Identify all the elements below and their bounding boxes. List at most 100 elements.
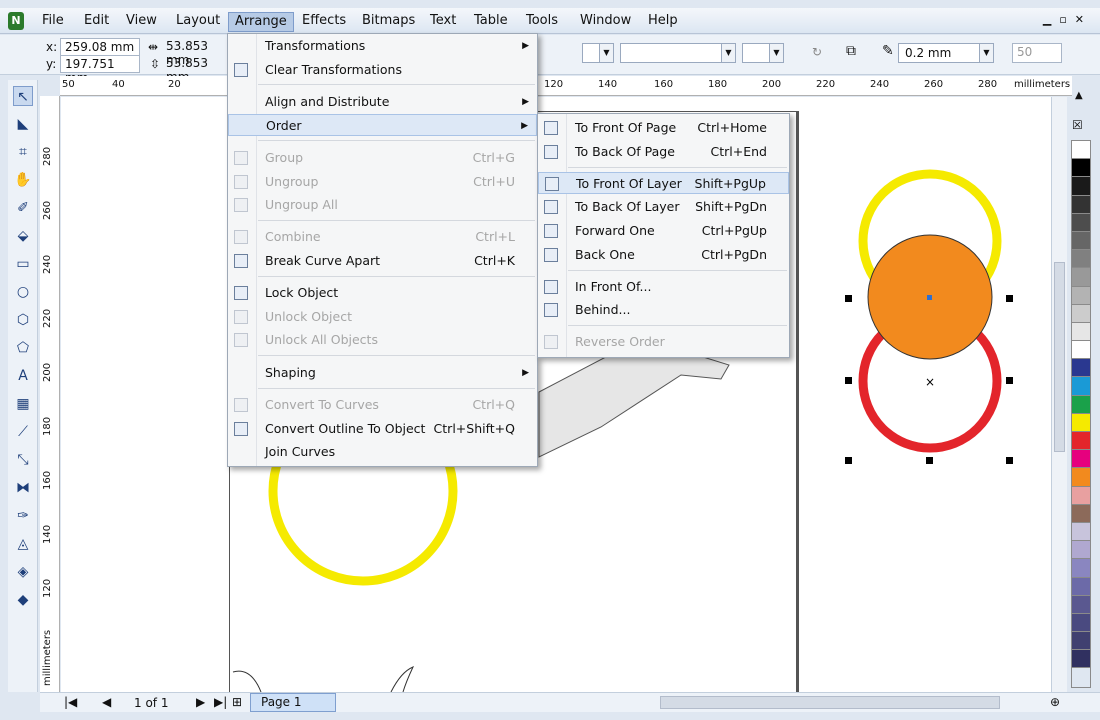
line-end-dropdown[interactable]: ▼ xyxy=(742,43,784,63)
wrap-icon[interactable]: ↻ xyxy=(812,45,822,59)
zoom-icon[interactable]: ⊕ xyxy=(1050,695,1060,709)
curve-shape[interactable] xyxy=(390,666,414,692)
freehand-tool-icon[interactable]: ✐ xyxy=(13,198,33,218)
spin-field[interactable]: 50 xyxy=(1012,43,1062,63)
menu-file[interactable]: File xyxy=(36,12,70,32)
menu-item-to-front-of-layer[interactable]: To Front Of Layer Shift+PgUp xyxy=(538,172,789,194)
menu-item-to-back-of-layer[interactable]: To Back Of Layer Shift+PgDn xyxy=(538,196,789,218)
menu-item-in-front-of[interactable]: In Front Of... xyxy=(538,276,789,298)
menu-tools[interactable]: Tools xyxy=(520,12,564,32)
color-swatch[interactable] xyxy=(1072,213,1090,232)
menu-text[interactable]: Text xyxy=(424,12,462,32)
node-icon[interactable] xyxy=(927,295,932,300)
color-swatch[interactable] xyxy=(1072,141,1090,160)
blend-tool-icon[interactable]: ⧓ xyxy=(13,478,33,498)
menu-item-ungroup[interactable]: Ungroup Ctrl+U xyxy=(228,171,537,193)
outline-pen-icon[interactable]: ✎ xyxy=(882,43,894,59)
menu-item-transformations[interactable]: Transformations ▶ xyxy=(228,35,537,57)
menu-item-ungroup-all[interactable]: Ungroup All xyxy=(228,194,537,216)
color-swatch[interactable] xyxy=(1072,359,1090,378)
table-tool-icon[interactable]: ▦ xyxy=(13,394,33,414)
menu-item-clear-transformations[interactable]: Clear Transformations xyxy=(228,59,537,81)
color-swatch[interactable] xyxy=(1072,577,1090,596)
menu-item-back-one[interactable]: Back One Ctrl+PgDn xyxy=(538,244,789,266)
color-swatch[interactable] xyxy=(1072,468,1090,487)
outline-tool-icon[interactable]: ◬ xyxy=(13,534,33,554)
color-swatch[interactable] xyxy=(1072,377,1090,396)
connector-tool-icon[interactable]: ⤡ xyxy=(13,450,33,470)
menu-window[interactable]: Window xyxy=(574,12,637,32)
menu-item-convert-outline[interactable]: Convert Outline To Object Ctrl+Shift+Q xyxy=(228,418,537,440)
color-swatch[interactable] xyxy=(1072,304,1090,323)
horizontal-scrollbar[interactable] xyxy=(660,696,1000,709)
basic-shapes-icon[interactable]: ⬠ xyxy=(13,338,33,358)
menu-item-shaping[interactable]: Shaping ▶ xyxy=(228,362,537,384)
curve-shape[interactable] xyxy=(232,670,262,692)
eyedropper-tool-icon[interactable]: ✑ xyxy=(13,506,33,526)
menu-effects[interactable]: Effects xyxy=(296,12,352,32)
color-swatch[interactable] xyxy=(1072,650,1090,669)
color-swatch[interactable] xyxy=(1072,268,1090,287)
pick-tool-icon[interactable]: ↖ xyxy=(13,86,33,106)
window-controls[interactable]: ▁▫✕ xyxy=(1043,13,1092,26)
menu-item-behind[interactable]: Behind... xyxy=(538,299,789,321)
menu-item-to-front-of-page[interactable]: To Front Of Page Ctrl+Home xyxy=(538,117,789,139)
scroll-thumb[interactable] xyxy=(1054,262,1065,452)
color-swatch[interactable] xyxy=(1072,395,1090,414)
page-tab[interactable]: Page 1 xyxy=(250,693,336,712)
menu-item-to-back-of-page[interactable]: To Back Of Page Ctrl+End xyxy=(538,141,789,163)
fill-tool-icon[interactable]: ◈ xyxy=(13,562,33,582)
menu-item-align-distribute[interactable]: Align and Distribute ▶ xyxy=(228,91,537,113)
menu-item-convert-to-curves[interactable]: Convert To Curves Ctrl+Q xyxy=(228,394,537,416)
color-swatch[interactable] xyxy=(1072,250,1090,269)
grey-shape[interactable] xyxy=(538,346,730,458)
y-field[interactable]: 197.751 mm xyxy=(60,55,140,85)
menu-help[interactable]: Help xyxy=(642,12,684,32)
menu-arrange[interactable]: Arrange xyxy=(228,12,294,32)
no-color-icon[interactable]: ☒ xyxy=(1072,118,1083,132)
text-tool-icon[interactable]: A xyxy=(13,366,33,386)
color-swatch[interactable] xyxy=(1072,504,1090,523)
menu-layout[interactable]: Layout xyxy=(170,12,226,32)
menu-item-forward-one[interactable]: Forward One Ctrl+PgUp xyxy=(538,220,789,242)
color-swatch[interactable] xyxy=(1072,432,1090,451)
menu-item-break-curve-apart[interactable]: Break Curve Apart Ctrl+K xyxy=(228,250,537,272)
menu-view[interactable]: View xyxy=(120,12,163,32)
vertical-scrollbar[interactable] xyxy=(1051,97,1067,692)
menu-item-reverse-order[interactable]: Reverse Order xyxy=(538,331,789,353)
menu-item-unlock-all[interactable]: Unlock All Objects xyxy=(228,329,537,351)
color-swatch[interactable] xyxy=(1072,177,1090,196)
dimension-tool-icon[interactable]: ⟋ xyxy=(13,422,33,442)
first-page-icon[interactable]: |◀ xyxy=(64,695,77,709)
color-swatch[interactable] xyxy=(1072,450,1090,469)
menu-table[interactable]: Table xyxy=(468,12,514,32)
next-page-icon[interactable]: ▶ xyxy=(196,695,205,709)
menu-item-order[interactable]: Order ▶ xyxy=(228,114,537,136)
color-swatch[interactable] xyxy=(1072,195,1090,214)
color-palette[interactable] xyxy=(1071,140,1091,688)
color-swatch[interactable] xyxy=(1072,486,1090,505)
prev-page-icon[interactable]: ◀ xyxy=(102,695,111,709)
menu-item-join-curves[interactable]: Join Curves xyxy=(228,441,537,463)
color-swatch[interactable] xyxy=(1072,632,1090,651)
add-page-icon[interactable]: ⊞ xyxy=(232,695,242,709)
color-swatch[interactable] xyxy=(1072,231,1090,251)
color-swatch[interactable] xyxy=(1072,322,1090,342)
menu-item-group[interactable]: Group Ctrl+G xyxy=(228,147,537,169)
x-field[interactable]: 259.08 mm xyxy=(60,38,140,56)
color-swatch[interactable] xyxy=(1072,413,1090,432)
wrap-text-icon[interactable]: ⧉ xyxy=(846,43,856,59)
line-style-dropdown[interactable]: ▼ xyxy=(620,43,736,63)
menu-item-lock-object[interactable]: Lock Object xyxy=(228,282,537,304)
crop-tool-icon[interactable]: ⌗ xyxy=(13,142,33,162)
menu-edit[interactable]: Edit xyxy=(78,12,115,32)
menu-item-combine[interactable]: Combine Ctrl+L xyxy=(228,226,537,248)
menu-bitmaps[interactable]: Bitmaps xyxy=(356,12,421,32)
pan-tool-icon[interactable]: ✋ xyxy=(13,170,33,190)
color-swatch[interactable] xyxy=(1072,559,1090,578)
interactive-fill-icon[interactable]: ◆ xyxy=(13,590,33,610)
palette-scroll-up-icon[interactable]: ▲ xyxy=(1075,90,1083,101)
color-swatch[interactable] xyxy=(1072,341,1090,360)
rectangle-tool-icon[interactable]: ▭ xyxy=(13,254,33,274)
color-swatch[interactable] xyxy=(1072,595,1090,614)
